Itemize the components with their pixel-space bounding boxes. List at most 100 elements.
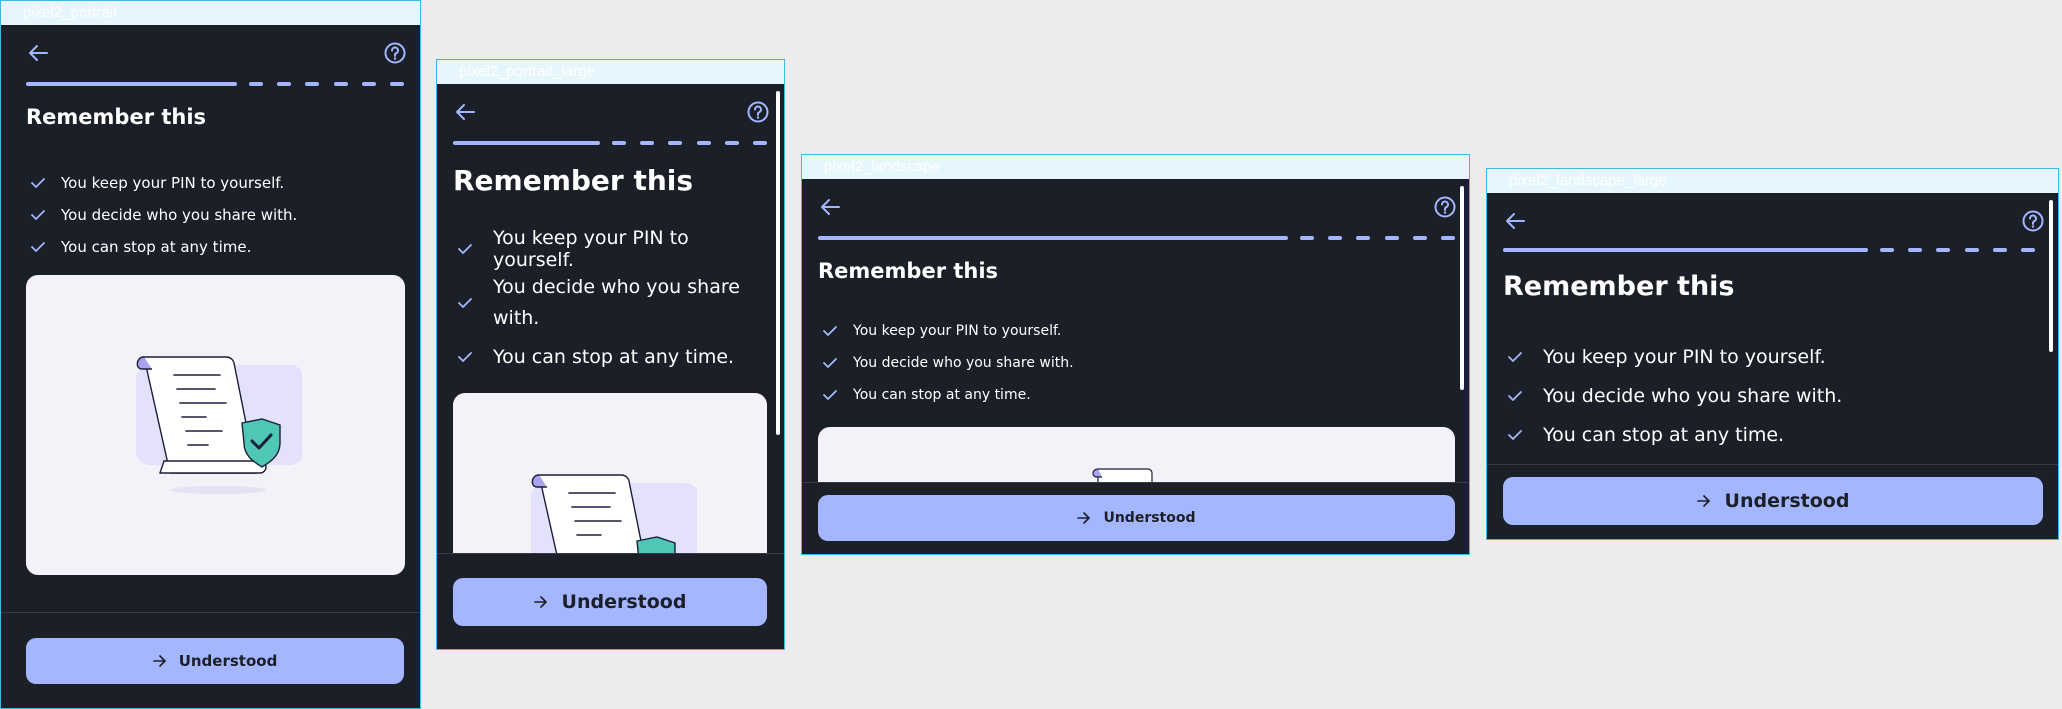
frame-label: pixel2_landscape — [802, 155, 1469, 179]
progress-dash — [1328, 236, 1343, 240]
progress-dash — [1356, 236, 1371, 240]
back-arrow-icon[interactable] — [454, 102, 476, 122]
check-icon — [28, 177, 48, 189]
progress-fill — [453, 141, 600, 145]
list-item: You decide who you share with. — [455, 269, 765, 337]
frame-label: pixel2_portrait — [1, 1, 420, 25]
progress-remaining — [612, 141, 767, 145]
list-item: You can stop at any time. — [455, 337, 765, 377]
progress-dash — [389, 82, 404, 86]
page-title: Remember this — [1503, 271, 1735, 302]
list-item-text: You decide who you share with. — [1543, 384, 1843, 407]
frame-label: pixel2_landscape_large — [1487, 169, 2058, 193]
help-icon[interactable] — [1434, 196, 1456, 218]
list-item-text: You decide who you share with. — [853, 355, 1074, 371]
screen: Remember this You keep your PIN to yours… — [1, 25, 420, 708]
progress-dash — [1908, 248, 1923, 252]
list-item-text: You keep your PIN to yourself. — [1543, 345, 1826, 368]
check-icon — [820, 357, 840, 369]
list-item: You keep your PIN to yourself. — [1505, 337, 1842, 376]
check-icon — [455, 243, 475, 255]
list-item: You decide who you share with. — [820, 347, 1074, 379]
list-item-text: You can stop at any time. — [493, 346, 735, 368]
progress-dash — [696, 141, 711, 145]
list-item-text: You decide who you share with. — [61, 206, 298, 224]
page-title: Remember this — [26, 105, 207, 129]
list-item: You decide who you share with. — [1505, 376, 1842, 415]
progress-dash — [724, 141, 739, 145]
list-item-text: You can stop at any time. — [61, 238, 252, 256]
understood-button-label: Understood — [561, 591, 687, 613]
progress-dash — [1936, 248, 1951, 252]
progress-dash — [1880, 248, 1894, 252]
progress-dash — [668, 141, 683, 145]
progress-dash — [2020, 248, 2035, 252]
progress-dash — [1964, 248, 1979, 252]
understood-button[interactable]: Understood — [453, 578, 767, 626]
screen: Remember this You keep your PIN to yours… — [437, 84, 784, 649]
progress-dash — [612, 141, 626, 145]
device-frame-portrait-large: pixel2_portrait_large Remember this You … — [436, 59, 785, 650]
list-item-text: You keep your PIN to yourself. — [493, 227, 689, 271]
list-item-text: You keep your PIN to yourself. — [853, 323, 1062, 339]
page-title: Remember this — [818, 259, 999, 283]
scrollbar[interactable] — [776, 91, 780, 435]
device-frame-landscape: pixel2_landscape Remember this You keep … — [801, 154, 1470, 555]
device-frame-portrait: pixel2_portrait Remember this You keep y… — [0, 0, 421, 709]
progress-fill — [26, 82, 237, 86]
progress-bar — [1503, 248, 2043, 252]
progress-fill — [1503, 248, 1868, 252]
arrow-right-icon — [1696, 495, 1711, 507]
progress-dash — [249, 82, 263, 86]
check-icon — [820, 325, 840, 337]
arrow-right-icon — [1077, 512, 1091, 524]
progress-dash — [1440, 236, 1455, 240]
illustration-card — [453, 393, 767, 573]
understood-button[interactable]: Understood — [26, 638, 404, 684]
check-icon — [28, 209, 48, 221]
scrollbar[interactable] — [1460, 186, 1464, 390]
list-item: You can stop at any time. — [820, 379, 1074, 411]
progress-remaining — [1300, 236, 1455, 240]
progress-remaining — [1880, 248, 2035, 252]
back-arrow-icon[interactable] — [819, 197, 841, 217]
list-item-text: You keep your PIN to yourself. — [61, 174, 285, 192]
understood-button[interactable]: Understood — [818, 495, 1455, 541]
understood-button-label: Understood — [1103, 510, 1196, 526]
understood-button[interactable]: Understood — [1503, 477, 2043, 525]
check-icon — [820, 389, 840, 401]
back-arrow-icon[interactable] — [27, 43, 49, 63]
progress-bar — [818, 236, 1455, 240]
list-item-text: You can stop at any time. — [853, 387, 1031, 403]
list-item: You decide who you share with. — [28, 199, 297, 231]
reminder-list: You keep your PIN to yourself. You decid… — [455, 227, 765, 377]
progress-dash — [1412, 236, 1427, 240]
progress-dash — [752, 141, 767, 145]
progress-dash — [277, 82, 292, 86]
device-frame-landscape-large: pixel2_landscape_large Remember this You… — [1486, 168, 2059, 540]
frame-label: pixel2_portrait_large — [437, 60, 784, 84]
reminder-list: You keep your PIN to yourself. You decid… — [820, 315, 1074, 411]
check-icon — [1505, 390, 1525, 402]
progress-dash — [305, 82, 320, 86]
progress-remaining — [249, 82, 404, 86]
progress-dash — [1300, 236, 1314, 240]
help-icon[interactable] — [384, 42, 406, 64]
progress-dash — [333, 82, 348, 86]
list-item: You keep your PIN to yourself. — [28, 167, 297, 199]
help-icon[interactable] — [747, 101, 769, 123]
scrollbar[interactable] — [2049, 200, 2053, 352]
understood-button-label: Understood — [178, 652, 278, 670]
footer: Understood — [1, 612, 420, 708]
progress-bar — [453, 141, 767, 145]
list-item: You keep your PIN to yourself. — [455, 227, 765, 271]
page-title: Remember this — [453, 164, 694, 197]
screen: Remember this You keep your PIN to yours… — [1487, 193, 2058, 539]
list-item-text: You can stop at any time. — [1543, 423, 1785, 446]
arrow-right-icon — [152, 655, 167, 667]
arrow-right-icon — [533, 596, 548, 608]
document-shield-illustration — [136, 356, 302, 494]
back-arrow-icon[interactable] — [1504, 211, 1526, 231]
illustration-card — [26, 275, 405, 575]
help-icon[interactable] — [2022, 210, 2044, 232]
